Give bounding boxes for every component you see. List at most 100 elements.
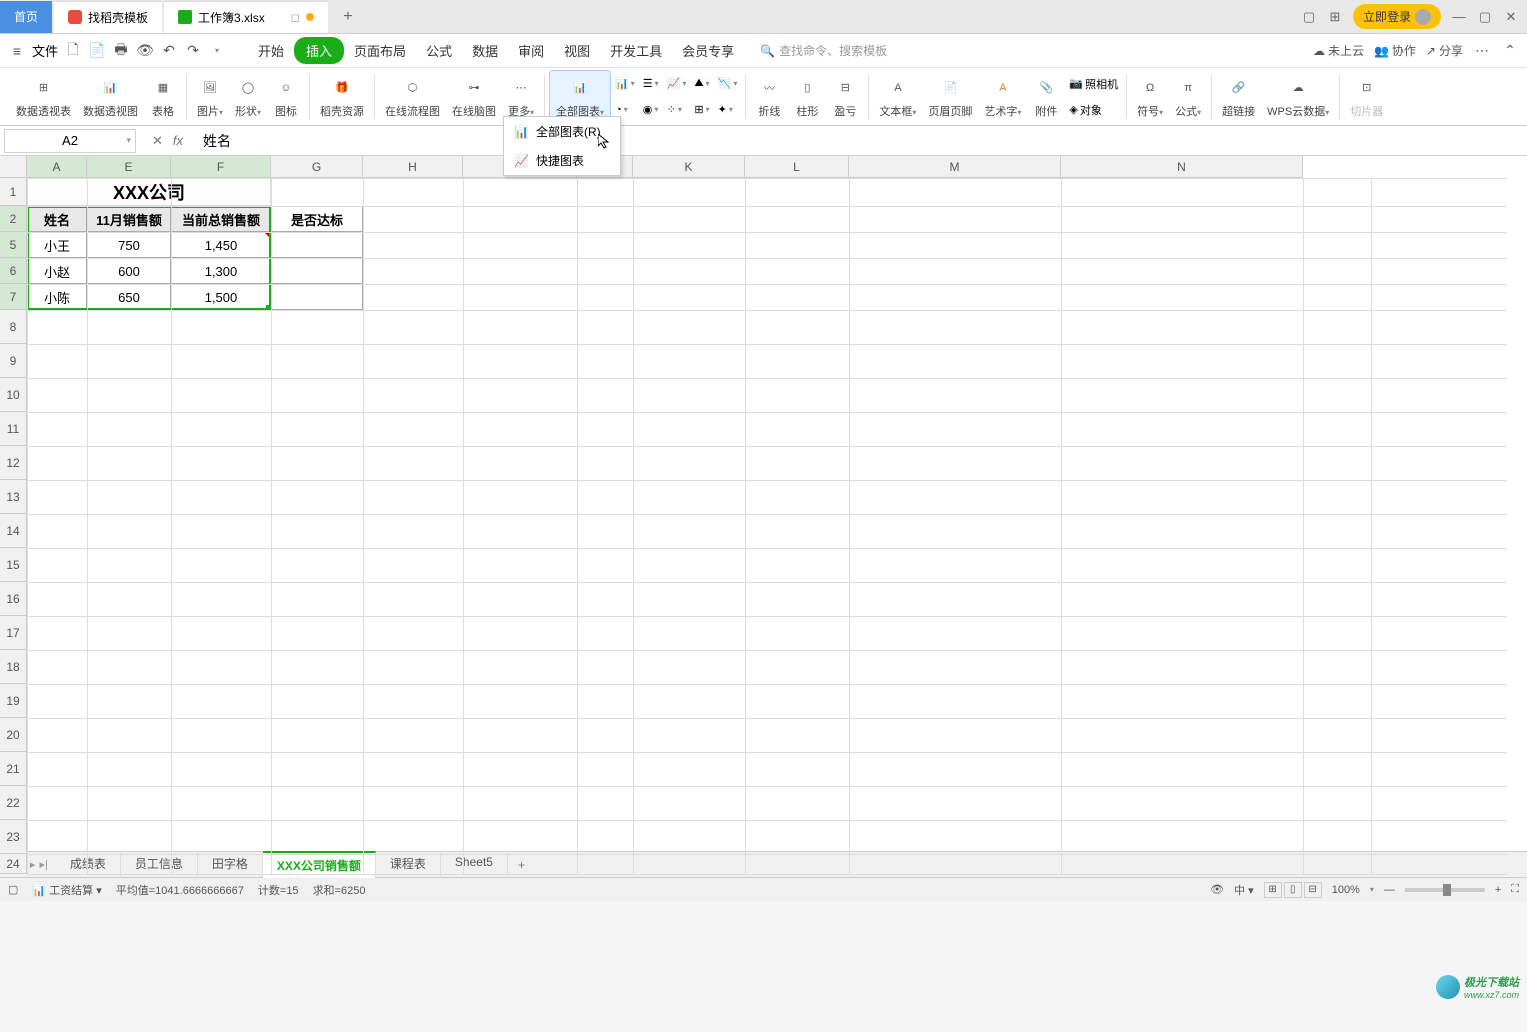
grid-icon[interactable]: ⊞ bbox=[1327, 9, 1343, 25]
tab-options-icon[interactable]: ◻ bbox=[291, 11, 300, 24]
data-cell[interactable]: 750 bbox=[87, 232, 171, 258]
search-box[interactable]: 🔍 查找命令、搜索模板 bbox=[760, 42, 887, 59]
close-button[interactable]: ✕ bbox=[1503, 9, 1519, 25]
camera-button[interactable]: 📷 照相机 bbox=[1065, 72, 1122, 96]
column-header[interactable]: N bbox=[1061, 156, 1303, 178]
pivot-table-button[interactable]: ⊞数据透视表 bbox=[10, 70, 77, 124]
row-header[interactable]: 21 bbox=[0, 752, 27, 786]
add-tab-button[interactable]: + bbox=[336, 8, 360, 26]
wps-cloud-button[interactable]: ☁WPS云数据▾ bbox=[1261, 70, 1335, 124]
bar-chart-button[interactable]: 📊▾ bbox=[611, 72, 639, 96]
row-header[interactable]: 22 bbox=[0, 786, 27, 820]
home-tab[interactable]: 首页 bbox=[0, 1, 52, 33]
eye-icon[interactable]: 👁 bbox=[1210, 883, 1224, 896]
shapes-button[interactable]: ◯形状▾ bbox=[229, 70, 267, 124]
data-cell[interactable] bbox=[271, 284, 363, 310]
row-header[interactable]: 11 bbox=[0, 412, 27, 446]
donut-chart-button[interactable]: ◉▾ bbox=[639, 98, 663, 122]
row-header[interactable]: 5 bbox=[0, 232, 27, 258]
line-chart-button[interactable]: 📈▾ bbox=[663, 72, 691, 96]
file-tab[interactable]: 工作簿3.xlsx ◻ bbox=[164, 1, 328, 33]
zoom-slider[interactable] bbox=[1405, 888, 1485, 892]
file-menu[interactable]: 文件 bbox=[32, 41, 58, 60]
menu-tab-member[interactable]: 会员专享 bbox=[672, 35, 744, 66]
undo-icon[interactable]: ↶ bbox=[160, 42, 178, 60]
column-header[interactable]: K bbox=[633, 156, 745, 178]
print-icon[interactable]: 🖶 bbox=[112, 42, 130, 60]
save-icon[interactable]: 🗋 bbox=[64, 42, 82, 60]
page-layout-button[interactable]: ▯ bbox=[1284, 882, 1302, 898]
symbol-button[interactable]: Ω符号▾ bbox=[1131, 70, 1169, 124]
cancel-formula-icon[interactable]: ✕ bbox=[152, 133, 163, 149]
row-header[interactable]: 1 bbox=[0, 178, 27, 206]
data-cell[interactable] bbox=[271, 258, 363, 284]
template-tab[interactable]: 找稻壳模板 bbox=[54, 1, 162, 33]
row-header[interactable]: 16 bbox=[0, 582, 27, 616]
layout-icon[interactable]: ▢ bbox=[1301, 9, 1317, 25]
column-header[interactable]: A bbox=[27, 156, 87, 178]
qat-dropdown[interactable]: ▾ bbox=[208, 42, 226, 60]
menu-tab-insert[interactable]: 插入 bbox=[294, 37, 344, 64]
data-cell[interactable]: 1,450 bbox=[171, 232, 271, 258]
data-cell[interactable] bbox=[271, 232, 363, 258]
more-options-icon[interactable]: ⋯ bbox=[1473, 42, 1491, 60]
row-header[interactable]: 17 bbox=[0, 616, 27, 650]
sparkline-line-button[interactable]: 〰折线 bbox=[750, 70, 788, 124]
menu-tab-dev[interactable]: 开发工具 bbox=[600, 35, 672, 66]
fullscreen-icon[interactable]: ⛶ bbox=[1511, 883, 1519, 896]
table-button[interactable]: ▦表格 bbox=[144, 70, 182, 124]
row-header[interactable]: 2 bbox=[0, 206, 27, 232]
maximize-button[interactable]: ▢ bbox=[1477, 9, 1493, 25]
share-button[interactable]: ↗ 分享 bbox=[1426, 42, 1463, 59]
menu-tab-data[interactable]: 数据 bbox=[462, 35, 508, 66]
title-cell[interactable]: XXX公司 bbox=[27, 178, 271, 206]
header-target[interactable]: 是否达标 bbox=[271, 206, 363, 232]
cloud-button[interactable]: ☁ 未上云 bbox=[1313, 42, 1364, 59]
scatter-chart-button[interactable]: ⁘▾ bbox=[663, 98, 691, 122]
mindmap-button[interactable]: ⊶在线脑图 bbox=[446, 70, 502, 124]
preview-icon[interactable]: 👁 bbox=[136, 42, 154, 60]
formula-input[interactable]: 姓名 bbox=[195, 131, 1527, 151]
fx-icon[interactable]: fx bbox=[173, 133, 183, 149]
row-header[interactable]: 12 bbox=[0, 446, 27, 480]
redo-icon[interactable]: ↷ bbox=[184, 42, 202, 60]
menu-tab-layout[interactable]: 页面布局 bbox=[344, 35, 416, 66]
radar-chart-button[interactable]: ✦▾ bbox=[714, 98, 742, 122]
zoom-handle[interactable] bbox=[1443, 884, 1451, 896]
hyperlink-button[interactable]: 🔗超链接 bbox=[1216, 70, 1261, 124]
area-chart-button[interactable]: ⛰▾ bbox=[690, 72, 713, 96]
menu-tab-review[interactable]: 审阅 bbox=[508, 35, 554, 66]
icons-button[interactable]: ☺图标 bbox=[267, 70, 305, 124]
header-name[interactable]: 姓名 bbox=[27, 206, 87, 232]
row-header[interactable]: 9 bbox=[0, 344, 27, 378]
object-button[interactable]: ◈ 对象 bbox=[1065, 98, 1122, 122]
header-footer-button[interactable]: 📄页眉页脚 bbox=[922, 70, 978, 124]
row-header[interactable]: 8 bbox=[0, 310, 27, 344]
row-header[interactable]: 7 bbox=[0, 284, 27, 310]
sparkline-winloss-button[interactable]: ⊟盈亏 bbox=[826, 70, 864, 124]
textbox-button[interactable]: A文本框▾ bbox=[873, 70, 922, 124]
collab-button[interactable]: 👥 协作 bbox=[1374, 42, 1416, 59]
data-cell[interactable]: 1,500 bbox=[171, 284, 271, 310]
zoom-value[interactable]: 100% bbox=[1332, 884, 1360, 896]
cell-grid[interactable]: XXX公司 姓名 11月销售额 当前总销售额 是否达标 小王 750 1,450… bbox=[27, 178, 1507, 850]
row-header[interactable]: 15 bbox=[0, 548, 27, 582]
name-box-dropdown-icon[interactable]: ▾ bbox=[126, 135, 131, 146]
data-cell[interactable]: 小赵 bbox=[27, 258, 87, 284]
sparkline-bar-button[interactable]: ▯柱形 bbox=[788, 70, 826, 124]
data-cell[interactable]: 小陈 bbox=[27, 284, 87, 310]
column-header[interactable]: H bbox=[363, 156, 463, 178]
resources-button[interactable]: 🎁稻壳资源 bbox=[314, 70, 370, 124]
row-header[interactable]: 18 bbox=[0, 650, 27, 684]
ime-icon[interactable]: 中 ▾ bbox=[1234, 882, 1254, 898]
attachment-button[interactable]: 📎附件 bbox=[1027, 70, 1065, 124]
row-header[interactable]: 24 bbox=[0, 854, 27, 874]
picture-button[interactable]: 🖼图片▾ bbox=[191, 70, 229, 124]
wordart-button[interactable]: A艺术字▾ bbox=[978, 70, 1027, 124]
row-header[interactable]: 6 bbox=[0, 258, 27, 284]
row-header[interactable]: 19 bbox=[0, 684, 27, 718]
hbar-chart-button[interactable]: ☰▾ bbox=[639, 72, 663, 96]
zoom-in-button[interactable]: + bbox=[1495, 884, 1501, 896]
row-header[interactable]: 20 bbox=[0, 718, 27, 752]
zoom-out-button[interactable]: — bbox=[1384, 884, 1395, 896]
